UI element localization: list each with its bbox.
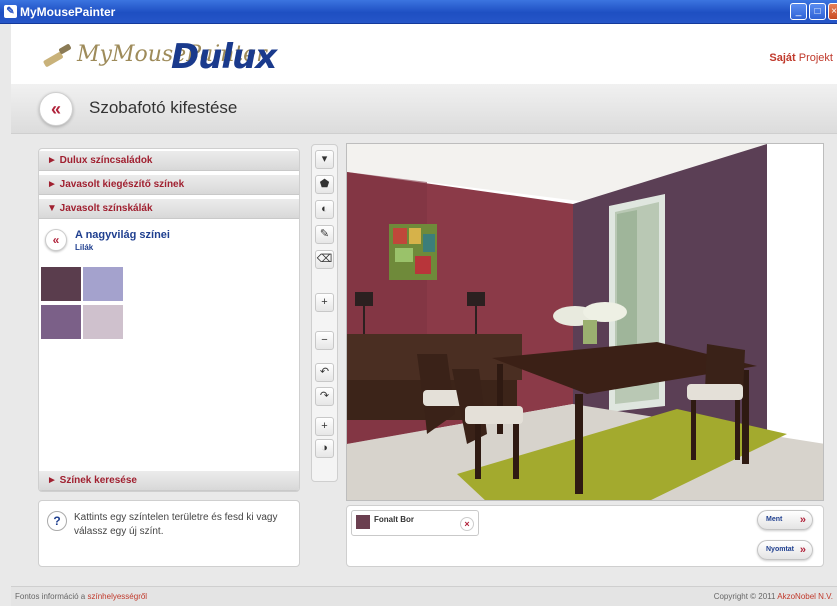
close-button[interactable]: × (828, 3, 837, 20)
color-swatch[interactable] (41, 267, 81, 301)
color-accuracy-link[interactable]: színhelyességről (88, 592, 148, 601)
color-swatch[interactable] (83, 305, 123, 339)
room-photo-canvas[interactable] (346, 143, 824, 501)
window-titlebar: ✎ MyMousePainter _ □ × (0, 0, 837, 24)
paint-icon: ✎ (4, 5, 17, 18)
color-swatch[interactable] (83, 267, 123, 301)
selected-colors-strip: Fonalt Bor × Ment» Nyomtat» (346, 505, 824, 567)
palette-subtitle: Lilák (75, 243, 94, 252)
polygon-tool-icon[interactable]: ⬟ (315, 175, 334, 194)
color-sidebar: ► Dulux színcsaládok ► Javasolt kiegészí… (38, 148, 300, 492)
minimize-button[interactable]: _ (790, 3, 807, 20)
section-dulux-families[interactable]: ► Dulux színcsaládok (39, 151, 299, 171)
color-swatch[interactable] (41, 305, 81, 339)
undo-icon[interactable]: ↶ (315, 363, 334, 382)
palette-title: A nagyvilág színei (75, 229, 170, 241)
redo-icon[interactable]: ↷ (315, 387, 334, 406)
selected-color-chip[interactable]: Fonalt Bor × (351, 510, 479, 536)
copyright: Copyright © 2011 AkzoNobel N.V. (713, 592, 833, 601)
page-title: Szobafotó kifestése (89, 98, 238, 117)
page-title-band: « Szobafotó kifestése (11, 84, 837, 134)
section-color-search[interactable]: ► Színek keresése (39, 471, 299, 491)
tool-palette: ▾ ⬟ ◐ ✎ ⌫ + − ↶ ↷ + ◑ (311, 144, 338, 482)
app-header: MyMousePainter Dulux Saját Projekt (11, 24, 837, 84)
akzonobel-link[interactable]: AkzoNobel N.V. (777, 592, 833, 601)
contrast-icon[interactable]: ◑ (315, 439, 334, 458)
room-photo[interactable] (347, 144, 824, 501)
section-suggested-colors[interactable]: ► Javasolt kiegészítő színek (39, 175, 299, 195)
back-button[interactable]: « (39, 92, 73, 126)
zoom-in-icon[interactable]: + (315, 417, 334, 436)
my-project-link[interactable]: Saját Projekt (769, 52, 833, 64)
paintbrush-icon (43, 44, 71, 67)
mask-tool-icon[interactable]: ◐ (315, 200, 334, 219)
brush-size-decrease-icon[interactable]: − (315, 331, 334, 350)
dulux-logo: Dulux (171, 37, 277, 77)
help-icon: ? (47, 511, 67, 531)
save-button[interactable]: Ment» (757, 510, 813, 530)
section-suggested-palettes[interactable]: ▼ Javasolt színskálák (39, 199, 299, 219)
eraser-tool-icon[interactable]: ⌫ (315, 250, 334, 269)
window-title: MyMousePainter (20, 5, 116, 19)
help-box: ? Kattints egy színtelen területre és fe… (38, 500, 300, 567)
help-text: Kattints egy színtelen területre és fesd… (74, 512, 278, 537)
app-footer: Fontos információ a színhelyességről Cop… (11, 586, 837, 606)
brush-tool-icon[interactable]: ✎ (315, 225, 334, 244)
remove-color-button[interactable]: × (460, 517, 474, 531)
brush-size-increase-icon[interactable]: + (315, 293, 334, 312)
palette-back-button[interactable]: « (45, 229, 67, 251)
selected-color-name: Fonalt Bor (374, 515, 414, 524)
maximize-button[interactable]: □ (809, 3, 826, 20)
print-button[interactable]: Nyomtat» (757, 540, 813, 560)
color-accuracy-note: Fontos információ a színhelyességről (15, 592, 148, 601)
selected-color-swatch (356, 515, 370, 529)
fill-tool-icon[interactable]: ▾ (315, 150, 334, 169)
